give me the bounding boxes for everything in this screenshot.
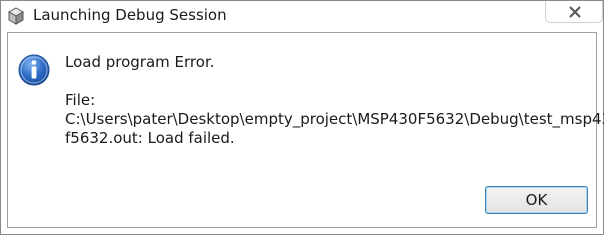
message-area: Load program Error. File: C:\Users\pater… [8,33,604,173]
window-title: Launching Debug Session [33,6,227,24]
message-title: Load program Error. [65,53,215,71]
message-line: f5632.out: Load failed. [65,129,235,147]
title-bar[interactable]: Launching Debug Session [1,1,603,32]
info-icon [18,54,50,86]
close-button[interactable] [545,1,603,23]
app-cube-icon [7,7,25,25]
close-icon [569,6,581,18]
message-body: File: C:\Users\pater\Desktop\empty_proje… [65,91,604,148]
dialog-window: Launching Debug Session Load program Err… [0,0,604,235]
ok-button[interactable]: OK [485,186,588,214]
button-bar: OK [8,173,596,227]
message-line: File: [65,91,96,109]
dialog-content: Load program Error. File: C:\Users\pater… [7,32,604,228]
message-line: C:\Users\pater\Desktop\empty_project\MSP… [65,110,604,128]
